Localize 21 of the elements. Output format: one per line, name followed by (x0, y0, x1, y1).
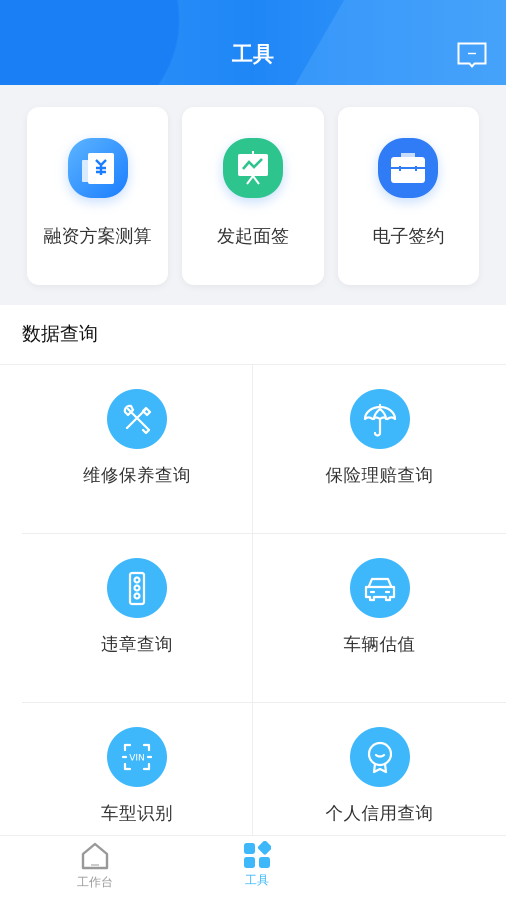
query-item[interactable]: 违章查询 (22, 534, 253, 703)
message-icon[interactable] (457, 42, 487, 69)
page-title: 工具 (232, 41, 274, 68)
traffic-light-icon (107, 558, 167, 618)
medal-icon (350, 727, 410, 787)
tool-card[interactable]: 融资方案测算 (27, 107, 168, 285)
section-title: 数据查询 (0, 305, 506, 365)
query-item[interactable]: 车辆估值 (253, 534, 506, 703)
tool-card[interactable]: 电子签约 (338, 107, 479, 285)
presentation-board-icon (222, 138, 283, 198)
grid-icon (243, 841, 271, 869)
tools-icon (107, 389, 167, 449)
home-icon (80, 841, 110, 871)
document-icon (68, 138, 128, 198)
briefcase-icon (378, 138, 438, 198)
car-icon (350, 558, 410, 618)
query-item[interactable]: 维修保养查询 (22, 365, 253, 534)
tool-card[interactable]: 发起面签 (182, 107, 324, 285)
query-item[interactable]: 保险理赔查询 (253, 365, 506, 534)
umbrella-icon (350, 389, 410, 449)
scan-frame-icon: VIN (107, 727, 167, 787)
